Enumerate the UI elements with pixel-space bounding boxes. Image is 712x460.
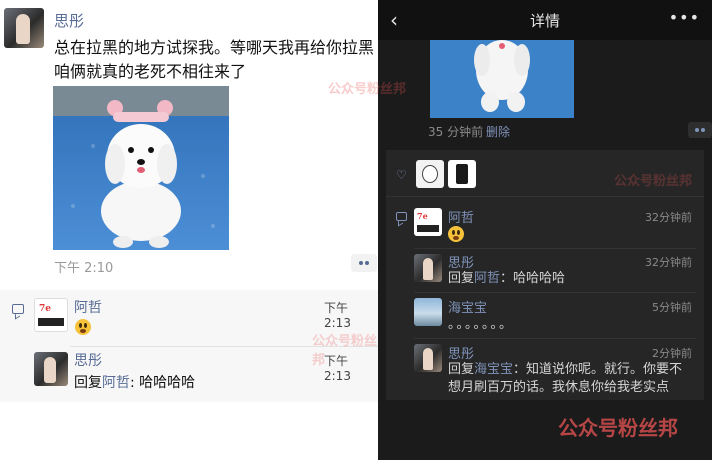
comment-text: 回复阿哲: 哈哈哈哈 <box>74 372 195 392</box>
reply-prefix: 回复 <box>448 362 475 377</box>
comment-author-name[interactable]: 思彤 <box>448 343 474 362</box>
laughing-emoji-icon <box>75 319 91 339</box>
reply-target-name[interactable]: 阿哲 <box>102 375 130 391</box>
delete-button[interactable]: 删除 <box>486 123 510 140</box>
more-icon[interactable]: ••• <box>669 8 700 27</box>
comment-author-name[interactable]: 阿哲 <box>448 207 474 226</box>
reply-prefix: 回复 <box>448 271 475 286</box>
comment-author-name[interactable]: 思彤 <box>448 252 474 271</box>
comment-icon <box>396 212 407 221</box>
moment-text: 总在拉黑的地方试探我。等哪天我再给你拉黑咱俩就真的老死不相往来了 <box>54 38 375 81</box>
dog-photo-image <box>430 40 574 118</box>
page-title: 详情 <box>529 12 560 30</box>
moment-photo[interactable] <box>430 40 574 118</box>
comment-time: 32分钟前 <box>645 256 692 269</box>
comment-author-name[interactable]: 海宝宝 <box>448 297 487 316</box>
comment-time: 下午 2:13 <box>324 354 351 383</box>
dog-photo-image <box>53 86 229 250</box>
moment-light-view: 思彤 总在拉黑的地方试探我。等哪天我再给你拉黑咱俩就真的老死不相往来了 下午 2… <box>0 0 378 460</box>
comment-time: 5分钟前 <box>652 301 692 314</box>
avatar[interactable] <box>414 298 442 326</box>
comment-text: 回复海宝宝：知道说你呢。就行。你要不想月刷百万的话。我休息你给我老实点 <box>448 361 692 397</box>
comment-text: 。。。。。。。 <box>448 317 515 332</box>
moment-author-name[interactable]: 思彤 <box>54 10 84 31</box>
reply-target-name[interactable]: 阿哲 <box>474 271 500 286</box>
divider <box>414 248 696 249</box>
moment-photo[interactable] <box>53 86 229 250</box>
avatar[interactable] <box>414 254 442 282</box>
avatar[interactable] <box>4 8 44 48</box>
reply-target-name[interactable]: 海宝宝 <box>474 362 513 377</box>
divider <box>414 292 696 293</box>
more-actions-button[interactable] <box>688 122 712 138</box>
avatar[interactable]: 7e <box>414 208 442 236</box>
comment-author-name[interactable]: 阿哲 <box>74 297 102 317</box>
avatar[interactable] <box>414 344 442 372</box>
moment-detail-dark-view: ‹ 详情 ••• 35 分钟前 删除 ♡ 7e 阿哲 32分钟前 思彤 32分钟… <box>378 0 712 460</box>
heart-icon: ♡ <box>396 168 407 182</box>
avatar[interactable] <box>34 352 68 386</box>
comment-icon <box>12 304 24 314</box>
watermark: 公众号粉丝邦 <box>558 416 678 440</box>
comment-body: ：哈哈哈哈 <box>500 271 566 286</box>
reply-prefix: 回复 <box>74 375 102 391</box>
comment-body: : 哈哈哈哈 <box>130 375 196 391</box>
avatar[interactable]: 7e <box>34 298 68 332</box>
avatar[interactable] <box>416 160 444 188</box>
comment-text: 回复阿哲：哈哈哈哈 <box>448 270 692 288</box>
divider <box>414 338 696 339</box>
moment-time: 下午 2:10 <box>54 261 114 276</box>
comment-time: 下午 2:13 <box>324 301 351 330</box>
laughing-emoji-icon <box>448 226 464 246</box>
comment-time: 2分钟前 <box>652 347 692 360</box>
comment-time: 32分钟前 <box>645 211 692 224</box>
avatar[interactable] <box>448 160 476 188</box>
moment-time: 35 分钟前 <box>428 125 484 139</box>
comment-author-name[interactable]: 思彤 <box>74 350 102 370</box>
divider <box>386 196 704 197</box>
more-actions-button[interactable] <box>351 254 377 272</box>
divider <box>70 346 378 347</box>
